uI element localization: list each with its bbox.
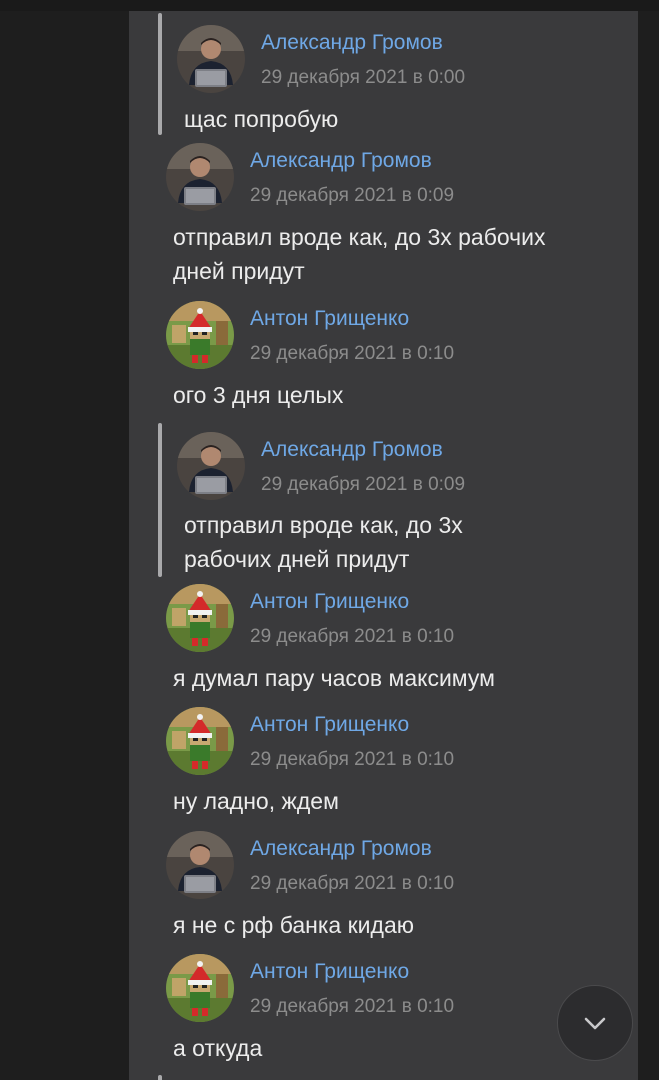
author-name[interactable]: Александр Громов (250, 837, 432, 861)
author-name[interactable]: Александр Громов (261, 31, 443, 55)
message-text: ого 3 дня целых (173, 382, 344, 408)
author-name[interactable]: Александр Громов (250, 149, 432, 173)
message-time: 29 декабря 2021 в 0:10 (250, 626, 455, 647)
author-name[interactable]: Антон Грищенко (250, 307, 409, 331)
gromov-avatar-icon[interactable] (166, 831, 234, 899)
quoted-message[interactable]: Александр Громов 29 декабря 2021 в 0:00 … (129, 11, 638, 139)
quoted-message[interactable]: Александр Громов 29 декабря 2021 в 0:09 … (129, 423, 638, 591)
chat-panel[interactable]: Александр Громов 29 декабря 2021 в 0:00 … (129, 11, 638, 1080)
message-text-line: дней придут (173, 258, 305, 284)
quote-bar (158, 13, 162, 135)
author-name[interactable]: Антон Грищенко (250, 713, 409, 737)
message-text: ну ладно, ждем (173, 788, 339, 814)
grischenko-avatar-icon[interactable] (166, 301, 234, 369)
grischenko-avatar-icon[interactable] (166, 954, 234, 1022)
grischenko-avatar-icon[interactable] (166, 707, 234, 775)
message-time: 29 декабря 2021 в 0:10 (250, 873, 455, 894)
message[interactable]: Александр Громов 29 декабря 2021 в 0:10 … (129, 829, 638, 953)
message-text: щас попробую (184, 106, 339, 132)
message[interactable]: Антон Грищенко 29 декабря 2021 в 0:10 ог… (129, 299, 638, 425)
scroll-to-bottom-button[interactable] (557, 985, 633, 1061)
author-name[interactable]: Александр Громов (261, 438, 443, 462)
author-name[interactable]: Антон Грищенко (250, 590, 409, 614)
message[interactable]: Антон Грищенко 29 декабря 2021 в 0:10 ну… (129, 705, 638, 829)
quote-bar (158, 1075, 162, 1080)
message-time: 29 декабря 2021 в 0:09 (250, 185, 455, 206)
message[interactable]: Александр Громов 29 декабря 2021 в 0:09 … (129, 139, 638, 299)
top-strip (0, 0, 659, 11)
message-text-line: рабочих дней придут (184, 546, 410, 572)
message-text: а откуда (173, 1035, 263, 1061)
chevron-down-icon (584, 1017, 606, 1030)
message-text-line: отправил вроде как, до 3х рабочих (173, 224, 546, 250)
gromov-avatar-icon[interactable] (166, 143, 234, 211)
message-time: 29 декабря 2021 в 0:09 (261, 474, 466, 495)
message-time: 29 декабря 2021 в 0:10 (250, 996, 455, 1017)
message-text: я думал пару часов максимум (173, 665, 495, 691)
author-name[interactable]: Антон Грищенко (250, 960, 409, 984)
message-time: 29 декабря 2021 в 0:00 (261, 67, 466, 88)
gromov-avatar-icon[interactable] (177, 432, 245, 500)
grischenko-avatar-icon[interactable] (166, 584, 234, 652)
message[interactable]: Антон Грищенко 29 декабря 2021 в 0:10 я … (129, 581, 638, 705)
gromov-avatar-icon[interactable] (177, 25, 245, 93)
message-time: 29 декабря 2021 в 0:10 (250, 343, 455, 364)
quote-bar (158, 423, 162, 577)
message-text-line: отправил вроде как, до 3х (184, 512, 463, 538)
message-time: 29 декабря 2021 в 0:10 (250, 749, 455, 770)
message-text: я не с рф банка кидаю (173, 912, 414, 938)
